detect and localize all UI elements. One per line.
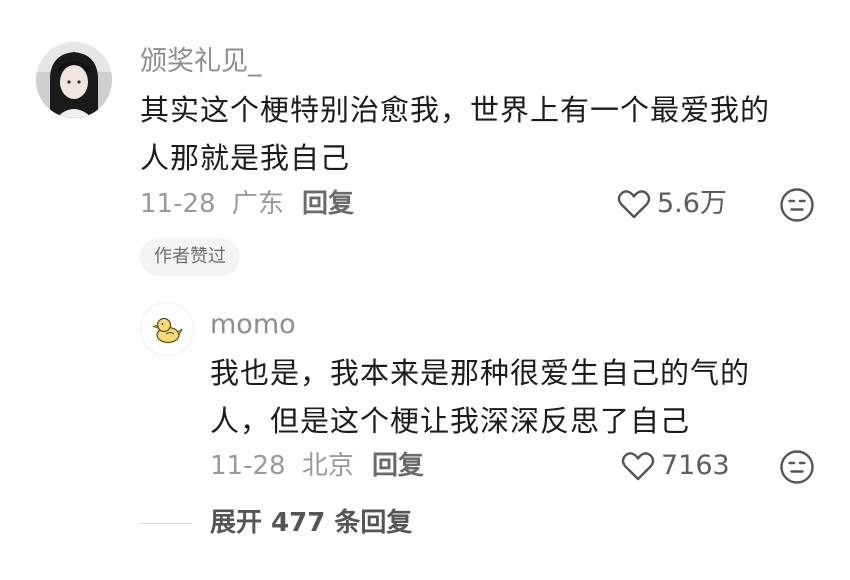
neutral-face-icon[interactable]: [779, 187, 815, 223]
comment-meta: 11-28 广东: [140, 187, 284, 221]
expand-divider: [140, 523, 192, 524]
comment-like-button[interactable]: 5.6万: [617, 187, 727, 221]
reply-meta: 11-28 北京: [210, 449, 354, 483]
heart-outline-icon: [621, 452, 655, 481]
reply-date: 11-28: [210, 451, 286, 481]
author-liked-badge: 作者赞过: [140, 238, 240, 276]
comment-text-line-1: 其实这个梗特别治愈我，世界上有一个最爱我的: [140, 93, 771, 127]
avatar-commenter[interactable]: [36, 42, 112, 118]
reply-text-line-1: 我也是，我本来是那种很爱生自己的气的: [210, 356, 751, 390]
reply-like-button[interactable]: 7163: [621, 449, 730, 483]
reply-text-line-2: 人，但是这个梗让我深深反思了自己: [210, 404, 691, 438]
expand-replies-button[interactable]: 展开 477 条回复: [210, 506, 412, 540]
comment-date: 11-28: [140, 189, 216, 219]
comment-reply-button[interactable]: 回复: [302, 187, 354, 221]
heart-outline-icon: [617, 190, 651, 219]
replier-username[interactable]: momo: [210, 308, 296, 342]
avatar-image: [36, 42, 112, 118]
neutral-face-icon[interactable]: [779, 449, 815, 485]
comment-text-line-2: 人那就是我自己: [140, 141, 351, 175]
duck-avatar-icon: [141, 303, 193, 355]
comment-location: 广东: [231, 189, 284, 219]
reply-reply-button[interactable]: 回复: [372, 449, 424, 483]
avatar-replier[interactable]: [140, 302, 194, 356]
comment-like-count: 5.6万: [657, 188, 727, 219]
reply-like-count: 7163: [661, 450, 730, 481]
reply-location: 北京: [301, 451, 354, 481]
commenter-username[interactable]: 颁奖礼见_: [140, 45, 262, 79]
